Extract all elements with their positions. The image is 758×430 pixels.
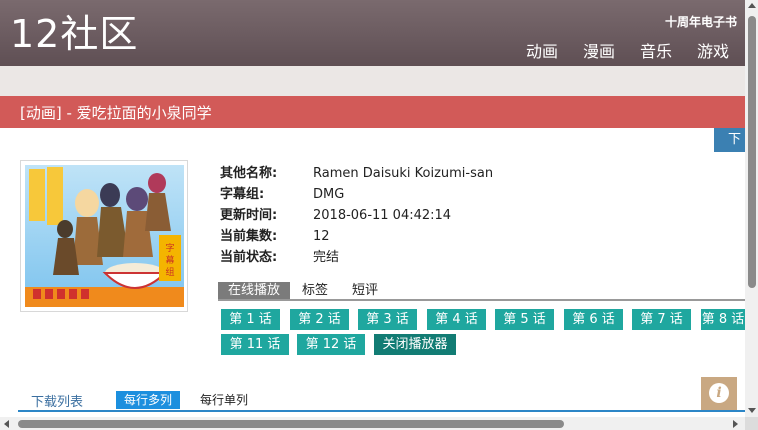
cover-image[interactable]: 字 幕 组: [25, 165, 184, 307]
episode-button[interactable]: 第 6 话: [564, 309, 623, 330]
episode-button[interactable]: 第 4 话: [427, 309, 486, 330]
svg-text:组: 组: [165, 266, 174, 278]
info-label: 字幕组:: [220, 187, 265, 202]
episode-button[interactable]: 第 8 话: [701, 309, 745, 330]
horizontal-scrollbar[interactable]: [0, 417, 745, 430]
info-label: 其他名称:: [220, 166, 278, 181]
info-button[interactable]: i: [701, 377, 737, 410]
nav-item-manga[interactable]: 漫画: [583, 38, 615, 62]
episode-button[interactable]: 第 7 话: [632, 309, 691, 330]
scroll-right-icon[interactable]: [733, 420, 738, 428]
info-row-episodes: 当前集数: 12: [220, 226, 493, 247]
info-panel: 其他名称: Ramen Daisuki Koizumi-san 字幕组: DMG…: [220, 163, 493, 268]
close-player-button[interactable]: 关闭播放器: [374, 334, 456, 355]
svg-text:字: 字: [165, 242, 174, 254]
info-value: DMG: [313, 187, 345, 202]
episode-button[interactable]: 第 12 话: [297, 334, 365, 355]
info-label: 当前集数:: [220, 229, 278, 244]
info-row-alias: 其他名称: Ramen Daisuki Koizumi-san: [220, 163, 493, 184]
site-logo[interactable]: 12社区: [10, 10, 138, 58]
vertical-scroll-thumb[interactable]: [748, 16, 756, 288]
tab-online-play[interactable]: 在线播放: [218, 282, 291, 299]
sub-bar: [0, 66, 745, 96]
nav-item-anime[interactable]: 动画: [526, 38, 558, 62]
episode-button[interactable]: 第 5 话: [495, 309, 554, 330]
episode-button[interactable]: 第 11 话: [221, 334, 289, 355]
info-icon: i: [709, 383, 729, 403]
download-list-label[interactable]: 下载列表: [31, 391, 83, 410]
page-title: [动画] - 爱吃拉面的小泉同学: [20, 104, 212, 122]
info-value: 12: [313, 229, 330, 244]
scrollbar-corner: [745, 417, 758, 430]
episode-button[interactable]: 第 2 话: [290, 309, 349, 330]
main-nav: 动画 漫画 音乐 游戏: [526, 38, 729, 62]
divider: [18, 410, 745, 412]
nav-item-games[interactable]: 游戏: [697, 38, 729, 62]
horizontal-scroll-thumb[interactable]: [18, 420, 564, 428]
episode-button[interactable]: 第 3 话: [358, 309, 417, 330]
info-label: 更新时间:: [220, 208, 278, 223]
page: 12社区 十周年电子书 动画 漫画 音乐 游戏 [动画] - 爱吃拉面的小泉同学…: [0, 0, 758, 430]
info-value: 2018-06-11 04:42:14: [313, 208, 452, 223]
promo-link[interactable]: 十周年电子书: [665, 13, 737, 30]
detail-tabs: 在线播放 标签 短评: [218, 282, 745, 301]
svg-text:幕: 幕: [165, 254, 174, 266]
info-value: 完结: [313, 250, 340, 265]
episode-button[interactable]: 第 1 话: [221, 309, 280, 330]
info-row-subgroup: 字幕组: DMG: [220, 184, 493, 205]
scroll-down-icon[interactable]: [748, 408, 756, 413]
download-corner-button[interactable]: 下: [714, 128, 745, 152]
mode-single-column[interactable]: 每行单列: [192, 391, 256, 409]
title-bar: [动画] - 爱吃拉面的小泉同学: [0, 96, 745, 128]
mode-multi-column[interactable]: 每行多列: [116, 391, 181, 409]
scroll-left-icon[interactable]: [4, 420, 9, 428]
site-header: 12社区 十周年电子书 动画 漫画 音乐 游戏: [0, 0, 745, 66]
info-row-status: 当前状态: 完结: [220, 247, 493, 268]
info-value: Ramen Daisuki Koizumi-san: [313, 166, 494, 181]
scroll-up-icon[interactable]: [748, 3, 756, 8]
info-label: 当前状态:: [220, 250, 278, 265]
tab-reviews[interactable]: 短评: [340, 282, 390, 299]
vertical-scrollbar[interactable]: [745, 0, 758, 430]
tab-tags[interactable]: 标签: [290, 282, 340, 299]
cover-frame: 字 幕 组: [20, 160, 188, 312]
info-row-updated: 更新时间: 2018-06-11 04:42:14: [220, 205, 493, 226]
nav-item-music[interactable]: 音乐: [640, 38, 672, 62]
